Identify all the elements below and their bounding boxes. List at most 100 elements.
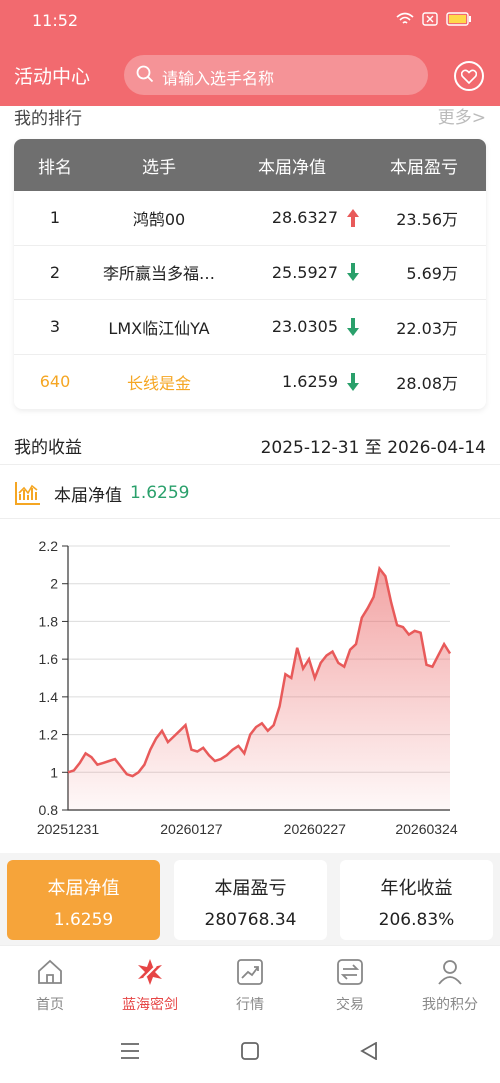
square-icon: [241, 1042, 259, 1060]
stat-title: 本届盈亏: [214, 878, 287, 899]
more-link[interactable]: 更多>: [438, 103, 486, 128]
back-icon: [360, 1041, 377, 1061]
tab-sword[interactable]: 蓝海密剑: [100, 956, 200, 1014]
home-icon: [38, 959, 62, 984]
player-cell: 李所赢当多福…: [102, 264, 215, 284]
search-placeholder: 请输入选手名称: [162, 69, 275, 88]
x-tick-label: 20260227: [284, 821, 347, 837]
ranking-header: 我的排行 更多>: [14, 103, 486, 129]
tab-label: 行情: [236, 997, 264, 1013]
tab-bar: 首页 蓝海密剑 行情 交易 我的积分: [0, 945, 500, 1020]
x-tick-label: 20260324: [395, 821, 458, 837]
nav-cell: 28.6327: [222, 208, 362, 227]
nav-label: 本届净值: [54, 485, 122, 506]
pnl-cell: 28.08万: [396, 373, 458, 393]
player-cell: 鸿鹄00: [132, 209, 186, 229]
nav-value: 1.6259: [130, 483, 190, 503]
stat-value: 280768.34: [204, 910, 297, 930]
y-tick-label: 0.8: [39, 802, 59, 818]
tab-market[interactable]: 行情: [200, 956, 300, 1014]
y-tick-label: 1.6: [39, 651, 59, 667]
menu-button[interactable]: [120, 1042, 140, 1064]
arrow-up-icon: [347, 208, 359, 227]
date-range[interactable]: 2025-12-31 至 2026-04-14: [261, 433, 486, 458]
tab-home[interactable]: 首页: [0, 956, 100, 1014]
stat-title: 年化收益: [380, 878, 453, 899]
user-icon: [438, 960, 462, 985]
y-tick-label: 1: [50, 764, 58, 780]
income-title: 我的收益: [14, 438, 82, 458]
table-row[interactable]: 3 LMX临江仙YA 23.0305 22.03万: [14, 300, 486, 355]
y-tick-label: 1.2: [39, 727, 59, 743]
nav-value: 28.6327: [271, 208, 338, 228]
battery-icon: [446, 12, 471, 26]
divider: [0, 518, 500, 519]
divider: [0, 464, 500, 465]
arrow-down-icon: [347, 263, 359, 282]
income-header: 我的收益 2025-12-31 至 2026-04-14: [14, 432, 486, 458]
nav-value: 1.6259: [282, 372, 338, 392]
my-rank-row[interactable]: 640 长线是金 1.6259 28.08万: [14, 355, 486, 410]
column-pnl: 本届盈亏: [390, 157, 458, 178]
y-tick-label: 1.8: [39, 613, 59, 629]
y-tick-label: 2: [50, 576, 58, 592]
tab-points[interactable]: 我的积分: [400, 956, 500, 1014]
player-cell: LMX临江仙YA: [108, 318, 210, 338]
pnl-cell: 22.03万: [396, 318, 458, 338]
tab-label: 首页: [36, 997, 64, 1013]
column-nav: 本届净值: [258, 157, 326, 178]
app-bar: 活动中心 请输入选手名称: [0, 44, 500, 106]
menu-icon: [121, 1043, 139, 1059]
table-header: 排名 选手 本届净值 本届盈亏: [14, 139, 486, 191]
arrow-down-icon: [347, 372, 359, 391]
wifi-icon: [396, 12, 414, 24]
status-bar: 11:52: [0, 0, 500, 44]
rank-cell: 640: [39, 372, 71, 392]
tab-trade[interactable]: 交易: [300, 956, 400, 1014]
favorite-button[interactable]: [454, 61, 484, 91]
nav-cell: 23.0305: [222, 317, 362, 336]
back-button[interactable]: [360, 1041, 378, 1064]
column-player: 选手: [142, 157, 176, 178]
tab-label: 蓝海密剑: [122, 997, 178, 1013]
system-navigation: [0, 1020, 500, 1083]
sword-icon: [138, 959, 162, 985]
chart-icon: [237, 959, 263, 985]
ranking-title: 我的排行: [14, 109, 82, 129]
search-icon: [136, 65, 154, 83]
nav-cell: 1.6259: [222, 372, 362, 391]
tab-label: 我的积分: [422, 997, 478, 1013]
stat-value: 1.6259: [53, 910, 114, 930]
pnl-cell: 23.56万: [396, 209, 458, 229]
line-chart-icon: [15, 482, 40, 505]
heart-icon: [461, 69, 477, 84]
arrow-down-icon: [347, 317, 359, 336]
stat-title: 本届净值: [47, 878, 120, 899]
ranking-table: 排名 选手 本届净值 本届盈亏 1 鸿鹄00 28.6327 23.56万 2 …: [14, 139, 486, 409]
stat-card-annual[interactable]: 年化收益 206.83%: [340, 860, 493, 940]
tab-label: 交易: [336, 997, 364, 1013]
table-row[interactable]: 2 李所赢当多福… 25.5927 5.69万: [14, 246, 486, 300]
stats-panel: 本届净值 1.6259 本届盈亏 280768.34 年化收益 206.83%: [0, 853, 500, 945]
search-input[interactable]: 请输入选手名称: [124, 55, 428, 95]
page-title: 活动中心: [14, 66, 91, 88]
x-tick-label: 20251231: [37, 821, 100, 837]
status-time: 11:52: [32, 11, 79, 30]
rank-cell: 1: [49, 208, 61, 228]
stat-card-pnl[interactable]: 本届盈亏 280768.34: [174, 860, 327, 940]
rank-cell: 2: [49, 262, 61, 282]
rank-cell: 3: [49, 317, 61, 337]
y-tick-label: 2.2: [39, 538, 59, 554]
exchange-icon: [337, 959, 363, 985]
nav-chart: 0.8 1 1.2 1.4 1.6 1.8 2 2.2 20251231 20260127 2026…: [37, 538, 458, 837]
stat-card-nav[interactable]: 本届净值 1.6259: [7, 860, 160, 940]
pnl-cell: 5.69万: [406, 264, 458, 284]
player-cell: 长线是金: [126, 373, 191, 393]
y-tick-label: 1.4: [39, 689, 59, 705]
nav-summary: 本届净值 1.6259: [14, 478, 189, 508]
nav-value: 23.0305: [271, 317, 338, 337]
home-nav-button[interactable]: [241, 1042, 259, 1064]
nav-cell: 25.5927: [222, 263, 362, 282]
table-row[interactable]: 1 鸿鹄00 28.6327 23.56万: [14, 191, 486, 246]
stat-value: 206.83%: [378, 910, 455, 930]
